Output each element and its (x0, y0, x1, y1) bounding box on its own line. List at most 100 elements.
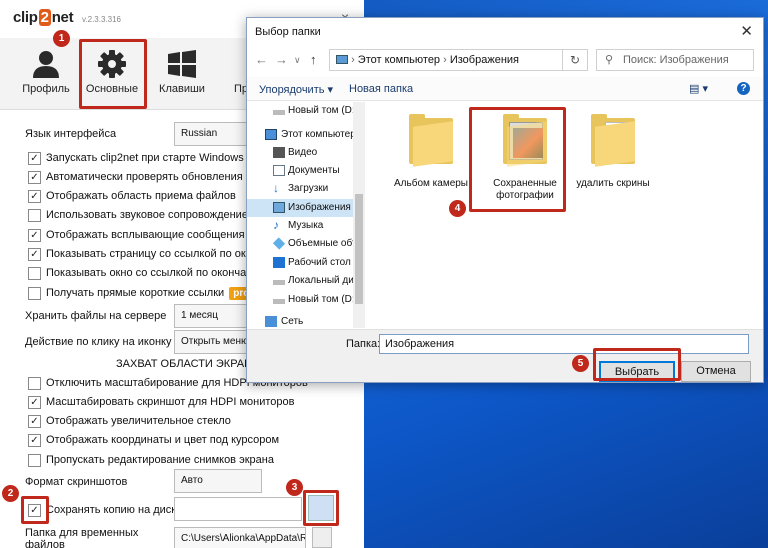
temp-folder-label-2: файлов (25, 539, 65, 548)
view-options-icon[interactable]: ▤ ▾ (689, 82, 708, 95)
checkbox-label: Использовать звуковое сопровождение (46, 209, 248, 221)
nav-item-3d-objects[interactable]: Объемные объ (247, 235, 364, 253)
search-placeholder: Поиск: Изображения (623, 54, 729, 66)
folder-camera-roll[interactable]: Альбом камеры (383, 110, 479, 190)
windows-keys-icon (147, 48, 217, 80)
address-bar[interactable]: › Этот компьютер › Изображения (329, 49, 588, 71)
format-select[interactable]: Авто (174, 469, 262, 493)
annotation-box-browse (303, 490, 339, 526)
short-links-label: Получать прямые короткие ссылки (46, 287, 225, 299)
store-files-label: Хранить файлы на сервере (25, 310, 167, 322)
cancel-button[interactable]: Отмена (681, 361, 751, 382)
checkbox[interactable] (28, 454, 41, 467)
annotation-box-saved-pictures (469, 107, 566, 212)
section-title: ЗАХВАТ ОБЛАСТИ ЭКРАНА (116, 358, 260, 370)
breadcrumb-pictures[interactable]: Изображения (450, 54, 519, 66)
new-folder-button[interactable]: Новая папка (349, 83, 413, 95)
nav-item-pictures[interactable]: Изображения (247, 199, 364, 217)
save-copy-label: Сохранять копию на диск (46, 504, 177, 516)
checkbox[interactable] (28, 377, 41, 390)
music-icon: ♪ (273, 218, 279, 232)
checkbox-label: Показывать страницу со ссылкой по оконч (46, 248, 264, 260)
folder-field-input[interactable]: Изображения (379, 334, 749, 354)
checkbox[interactable]: ✓ (28, 152, 41, 165)
tab-hotkeys-label: Клавиши (159, 83, 205, 95)
user-icon (11, 48, 81, 80)
refresh-icon[interactable]: ↻ (562, 49, 588, 71)
pictures-icon (273, 202, 285, 213)
pictures-small-icon (336, 55, 348, 64)
navigation-pane: Новый том (D:) Этот компьютер Видео Доку… (247, 102, 365, 328)
annotation-box-save-copy (21, 496, 49, 524)
checkbox-label: Пропускать редактирование снимков экрана (46, 454, 274, 466)
close-icon[interactable]: ✕ (740, 22, 753, 40)
checkbox[interactable]: ✓ (28, 415, 41, 428)
nav-item-drive-d-2[interactable]: Новый том (D:) (247, 291, 364, 309)
desktop-icon (273, 257, 285, 268)
checkbox[interactable]: ✓ (28, 171, 41, 184)
tab-proxy-label: Пр (234, 83, 246, 95)
recent-chevron-icon[interactable]: ∨ (294, 55, 301, 66)
drive-icon (273, 299, 285, 304)
checkbox[interactable]: ✓ (28, 434, 41, 447)
annotation-badge-3: 3 (286, 479, 303, 496)
checkbox-label: Автоматически проверять обновления (46, 171, 243, 183)
up-arrow-icon[interactable]: ↑ (310, 52, 317, 67)
checkbox[interactable]: ✓ (28, 396, 41, 409)
organize-menu[interactable]: Упорядочить ▾ (259, 83, 333, 96)
command-bar: Упорядочить ▾ Новая папка ▤ ▾ ? (247, 77, 763, 101)
checkbox-label: Отображать область приема файлов (46, 190, 236, 202)
nav-item-video[interactable]: Видео (247, 144, 364, 162)
checkbox[interactable]: ✓ (28, 229, 41, 242)
dialog-footer: Папка: Изображения Выбрать Отмена (247, 329, 763, 382)
nav-item-this-pc[interactable]: Этот компьютер (247, 126, 364, 144)
documents-icon (273, 165, 285, 176)
version-label: v.2.3.3.316 (82, 15, 121, 24)
nav-item-desktop[interactable]: Рабочий стол (247, 254, 364, 272)
folder-label: удалить скрины (576, 178, 650, 189)
nav-item-downloads[interactable]: ↓ Загрузки (247, 180, 364, 198)
tab-hotkeys[interactable]: Клавиши (147, 38, 217, 108)
nav-item-documents[interactable]: Документы (247, 162, 364, 180)
checkbox-label: Отображать всплывающие сообщения (46, 229, 245, 241)
checkbox[interactable] (28, 267, 41, 280)
store-files-select[interactable]: 1 месяц (174, 304, 254, 328)
nav-scrollbar[interactable] (353, 102, 365, 328)
search-input[interactable]: ⚲ Поиск: Изображения (596, 49, 754, 71)
dialog-title: Выбор папки (255, 26, 321, 38)
checkbox-label: Отображать координаты и цвет под курсоро… (46, 434, 280, 446)
nav-item-music[interactable]: ♪ Музыка (247, 217, 364, 235)
checkbox[interactable] (28, 287, 41, 300)
temp-folder-input[interactable]: C:\Users\Alionka\AppData\R (174, 527, 306, 548)
checkbox[interactable]: ✓ (28, 248, 41, 261)
checkbox-label: Показывать окно со ссылкой по окончани (46, 267, 259, 279)
nav-item-drive-d[interactable]: Новый том (D:) (247, 102, 364, 120)
checkbox-label: Масштабировать скриншот для HDPI монитор… (46, 396, 295, 408)
temp-folder-browse[interactable] (312, 527, 332, 548)
back-arrow-icon[interactable]: ← (255, 52, 268, 67)
nav-item-local-disk[interactable]: Локальный дис (247, 272, 364, 290)
folder-field-label: Папка: (346, 338, 381, 350)
drive-icon (273, 280, 285, 285)
video-icon (273, 147, 285, 158)
nav-scrollbar-thumb[interactable] (355, 194, 363, 304)
breadcrumb-computer[interactable]: Этот компьютер (358, 54, 440, 66)
checkbox[interactable]: ✓ (28, 190, 41, 203)
language-select[interactable]: Russian (174, 122, 254, 146)
nav-item-network[interactable]: Сеть (247, 313, 364, 328)
folder-delete-screenshots[interactable]: удалить скрины (565, 110, 661, 190)
forward-arrow-icon[interactable]: → (275, 52, 288, 67)
tray-click-select[interactable]: Открыть меню (174, 330, 254, 354)
annotation-badge-2: 2 (2, 485, 19, 502)
search-icon: ⚲ (605, 54, 614, 66)
tab-proxy[interactable]: Пр (214, 38, 246, 108)
checkbox[interactable] (28, 209, 41, 222)
tab-profile[interactable]: Профиль (11, 38, 81, 108)
tray-click-label: Действие по клику на иконку (25, 336, 172, 348)
folder-picker-dialog: Выбор папки ✕ ← → ∨ ↑ › Этот компьютер ›… (246, 17, 764, 383)
tab-profile-label: Профиль (22, 83, 70, 95)
downloads-icon: ↓ (273, 181, 279, 195)
save-path-input[interactable] (174, 497, 302, 521)
help-icon[interactable]: ? (737, 82, 750, 95)
format-label: Формат скриншотов (25, 476, 128, 488)
